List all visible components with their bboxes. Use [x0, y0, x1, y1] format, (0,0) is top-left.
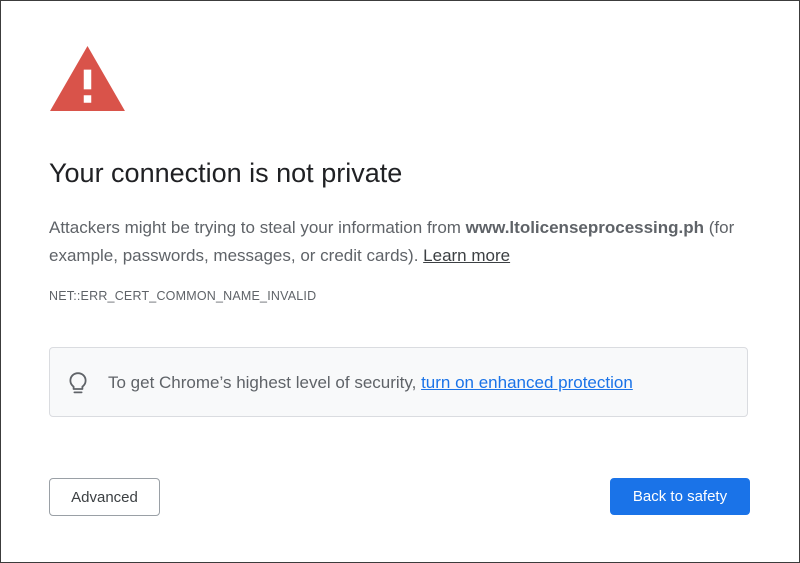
interstitial-page: Your connection is not private Attackers…	[0, 0, 800, 563]
enhanced-protection-label: To get Chrome’s highest level of securit…	[108, 373, 422, 392]
enhanced-protection-banner: To get Chrome’s highest level of securit…	[49, 347, 748, 417]
error-code: NET::ERR_CERT_COMMON_NAME_INVALID	[49, 289, 317, 303]
warning-description: Attackers might be trying to steal your …	[49, 214, 769, 270]
learn-more-link[interactable]: Learn more	[423, 246, 510, 265]
enhanced-protection-text: To get Chrome’s highest level of securit…	[108, 373, 633, 393]
back-to-safety-button[interactable]: Back to safety	[610, 478, 750, 515]
advanced-button[interactable]: Advanced	[49, 478, 160, 516]
page-title: Your connection is not private	[49, 158, 403, 188]
description-prefix: Attackers might be trying to steal your …	[49, 218, 466, 237]
lightbulb-icon	[68, 371, 88, 395]
enhanced-protection-link[interactable]: turn on enhanced protection	[421, 373, 633, 392]
warning-triangle-icon	[48, 44, 127, 113]
site-domain: www.ltolicenseprocessing.ph	[465, 218, 705, 237]
